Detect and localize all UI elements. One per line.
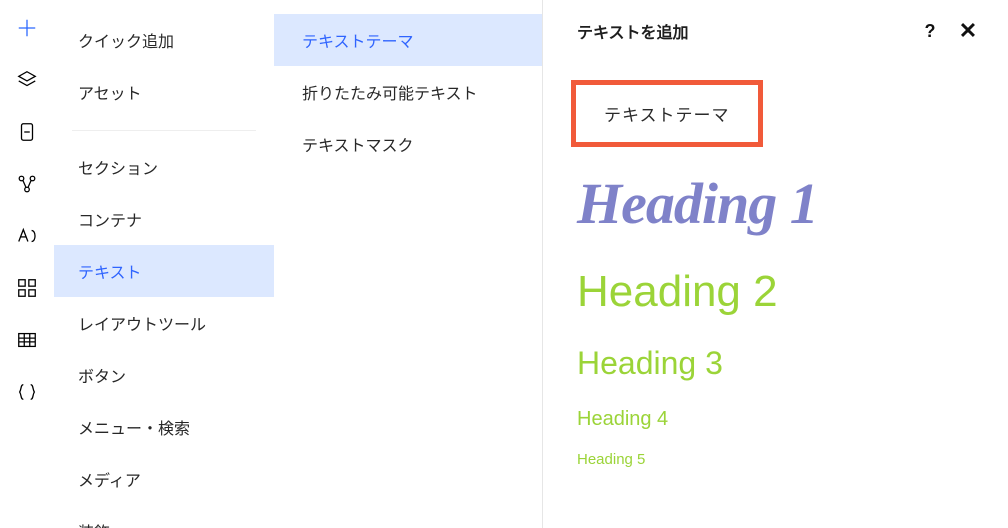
help-button[interactable]: ? (916, 17, 944, 45)
help-icon: ? (925, 21, 936, 42)
category-button[interactable]: ボタン (54, 349, 274, 401)
grid-icon (16, 277, 38, 299)
category-assets[interactable]: アセット (54, 66, 274, 118)
text-style-icon (16, 225, 38, 247)
category-group-elements: セクション コンテナ テキスト レイアウトツール ボタン メニュー・検索 メディ… (54, 135, 274, 528)
category-decoration[interactable]: 装飾 (54, 505, 274, 528)
icon-rail (0, 0, 54, 528)
divider (72, 130, 256, 131)
nodes-icon (16, 173, 38, 195)
category-section[interactable]: セクション (54, 141, 274, 193)
heading-4-sample[interactable]: Heading 4 (577, 408, 982, 431)
layers-icon (16, 69, 38, 91)
text-theme-callout[interactable]: テキストテーマ (571, 80, 763, 147)
close-icon: ✕ (959, 18, 977, 44)
submenu: テキストテーマ 折りたたみ可能テキスト テキストマスク (274, 0, 542, 528)
submenu-text-mask[interactable]: テキストマスク (274, 118, 542, 170)
category-container[interactable]: コンテナ (54, 193, 274, 245)
plus-icon (16, 17, 38, 39)
nodes-button[interactable] (3, 160, 51, 208)
category-text[interactable]: テキスト (54, 245, 274, 297)
grid-button[interactable] (3, 264, 51, 312)
layers-button[interactable] (3, 56, 51, 104)
braces-icon (16, 381, 38, 403)
panel-header: テキストを追加 ? ✕ (577, 10, 982, 52)
category-media[interactable]: メディア (54, 453, 274, 505)
heading-3-sample[interactable]: Heading 3 (577, 345, 982, 382)
category-menu: クイック追加 アセット セクション コンテナ テキスト レイアウトツール ボタン… (54, 0, 274, 528)
submenu-collapsible-text[interactable]: 折りたたみ可能テキスト (274, 66, 542, 118)
category-group-quick: クイック追加 アセット (54, 8, 274, 126)
add-button[interactable] (3, 4, 51, 52)
dev-button[interactable] (3, 368, 51, 416)
page-icon (16, 121, 38, 143)
submenu-text-theme[interactable]: テキストテーマ (274, 14, 542, 66)
heading-2-sample[interactable]: Heading 2 (577, 267, 982, 317)
panel-title: テキストを追加 (577, 19, 916, 43)
page-button[interactable] (3, 108, 51, 156)
heading-5-sample[interactable]: Heading 5 (577, 451, 982, 468)
panel-actions: ? ✕ (916, 17, 982, 45)
category-quick-add[interactable]: クイック追加 (54, 14, 274, 66)
text-style-button[interactable] (3, 212, 51, 260)
panel-content: テキストテーマ Heading 1 Heading 2 Heading 3 He… (577, 52, 982, 468)
table-icon (16, 329, 38, 351)
heading-1-sample[interactable]: Heading 1 (577, 175, 982, 233)
category-menu-search[interactable]: メニュー・検索 (54, 401, 274, 453)
close-button[interactable]: ✕ (954, 17, 982, 45)
table-button[interactable] (3, 316, 51, 364)
add-text-panel: テキストを追加 ? ✕ テキストテーマ Heading 1 Heading 2 … (543, 0, 1008, 528)
category-layout-tool[interactable]: レイアウトツール (54, 297, 274, 349)
